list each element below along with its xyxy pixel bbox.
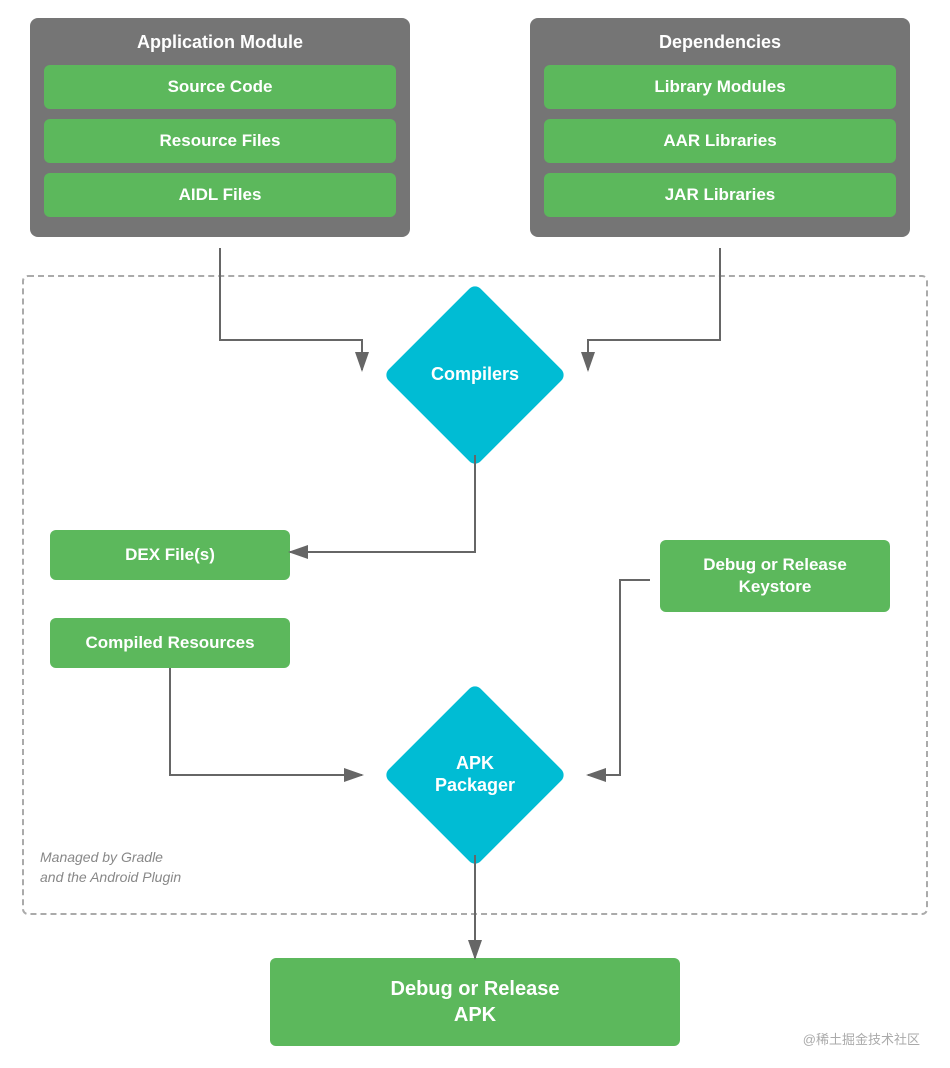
final-apk-box: Debug or ReleaseAPK — [270, 958, 680, 1046]
resource-files-item: Resource Files — [44, 119, 396, 163]
jar-libraries-item: JAR Libraries — [544, 173, 896, 217]
apk-packager-diamond-wrapper: APK Packager — [360, 695, 590, 855]
apk-packager-diamond — [383, 683, 567, 867]
compiled-resources-box: Compiled Resources — [50, 618, 290, 668]
aar-libraries-item: AAR Libraries — [544, 119, 896, 163]
application-module-title: Application Module — [44, 32, 396, 53]
managed-by-text: Managed by Gradle and the Android Plugin — [40, 848, 181, 887]
source-code-item: Source Code — [44, 65, 396, 109]
dependencies-title: Dependencies — [544, 32, 896, 53]
dex-files-box: DEX File(s) — [50, 530, 290, 580]
watermark-text: @稀土掘金技术社区 — [803, 1029, 920, 1048]
diagram-container: Application Module Source Code Resource … — [0, 0, 950, 1068]
compilers-diamond-wrapper: Compilers — [360, 295, 590, 455]
library-modules-item: Library Modules — [544, 65, 896, 109]
dependencies-box: Dependencies Library Modules AAR Librari… — [530, 18, 910, 237]
compilers-diamond — [383, 283, 567, 467]
application-module-box: Application Module Source Code Resource … — [30, 18, 410, 237]
debug-keystore-box: Debug or ReleaseKeystore — [660, 540, 890, 612]
aidl-files-item: AIDL Files — [44, 173, 396, 217]
